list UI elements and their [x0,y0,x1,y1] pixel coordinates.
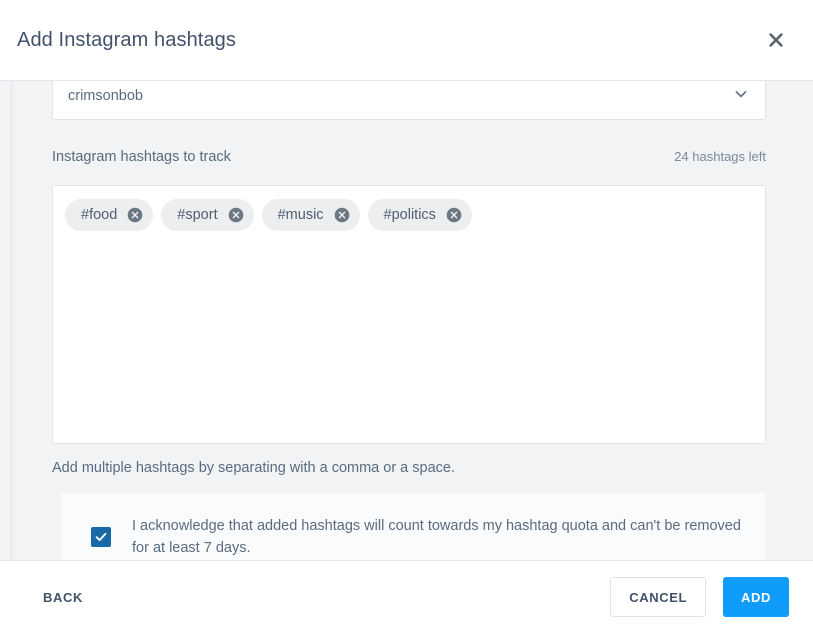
dialog-header: Add Instagram hashtags [0,0,813,81]
remove-circle-icon[interactable] [127,207,143,223]
close-icon [766,30,786,50]
hashtag-helper-text: Add multiple hashtags by separating with… [52,460,455,476]
hashtag-chip-label: #music [277,206,324,223]
chevron-down-icon [733,86,749,107]
hashtag-chip-label: #politics [383,206,436,223]
acknowledgment-checkbox[interactable] [91,527,111,547]
acknowledgment-card: I acknowledge that added hashtags will c… [61,493,766,560]
hashtag-chip[interactable]: #music [261,199,360,231]
back-button[interactable]: BACK [41,584,85,611]
remove-circle-icon[interactable] [334,207,350,223]
hashtag-input-box[interactable]: #food #sport #music #politics [52,185,766,444]
add-button[interactable]: ADD [723,577,789,617]
hashtag-field-label: Instagram hashtags to track [52,149,231,165]
hashtag-chip[interactable]: #sport [161,199,254,231]
remove-circle-icon[interactable] [228,207,244,223]
hashtag-chip-list: #food #sport #music #politics [65,199,753,231]
cancel-button[interactable]: CANCEL [610,577,707,617]
hashtag-chip-label: #food [81,206,118,223]
acknowledgment-text: I acknowledge that added hashtags will c… [132,518,741,556]
hashtag-quota-text: 24 hashtags left [674,149,766,164]
hashtag-chip[interactable]: #politics [367,199,472,231]
dialog-body: crimsonbob Instagram hashtags to track 2… [0,81,813,560]
page-title: Add Instagram hashtags [17,29,236,51]
scroll-pane[interactable]: crimsonbob Instagram hashtags to track 2… [11,81,813,560]
account-select-value: crimsonbob [68,87,143,104]
account-select[interactable]: crimsonbob [52,81,766,120]
dialog-footer: BACK CANCEL ADD [0,560,813,633]
hashtag-chip[interactable]: #food [65,199,154,231]
add-instagram-hashtags-dialog: Add Instagram hashtags crimsonbob Instag… [0,0,813,633]
hashtag-chip-label: #sport [177,206,218,223]
remove-circle-icon[interactable] [446,207,462,223]
hashtag-label-row: Instagram hashtags to track 24 hashtags … [52,150,766,165]
close-button[interactable] [759,23,793,57]
check-icon [94,530,108,544]
